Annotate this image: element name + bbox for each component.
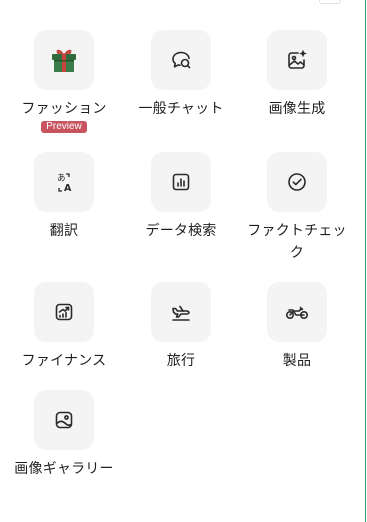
- tool-image-gallery[interactable]: 画像ギャラリー: [10, 390, 118, 480]
- panel-handle: [319, 0, 341, 4]
- tool-tile[interactable]: [267, 152, 327, 212]
- tool-tile[interactable]: [267, 282, 327, 342]
- check-circle-icon: [285, 170, 309, 194]
- tool-tile[interactable]: [34, 30, 94, 90]
- image-gallery-icon: [52, 408, 76, 432]
- tool-grid-panel: ファッション Preview 一般チャット 画像生成 あ A 翻訳 データ検索 …: [0, 0, 367, 522]
- tool-tile[interactable]: [151, 152, 211, 212]
- bar-chart-icon: [169, 170, 193, 194]
- tool-label: ファイナンス: [21, 353, 107, 369]
- finance-chart-icon: [52, 300, 76, 324]
- motorcycle-icon: [284, 300, 310, 324]
- tool-tile[interactable]: [151, 282, 211, 342]
- tool-label: 製品: [282, 353, 312, 369]
- tool-label: 旅行: [166, 353, 196, 369]
- image-sparkle-icon: [285, 48, 309, 72]
- tool-translate[interactable]: あ A 翻訳: [10, 152, 118, 242]
- tool-fashion[interactable]: ファッション Preview: [10, 30, 118, 133]
- tool-tile[interactable]: [34, 390, 94, 450]
- preview-badge: Preview: [41, 121, 87, 133]
- tool-label: ファッション: [21, 101, 107, 117]
- tool-label: 一般チャット: [138, 101, 224, 117]
- tool-label: データ検索: [145, 223, 217, 239]
- translate-icon: あ A: [52, 170, 76, 194]
- tool-tile[interactable]: [267, 30, 327, 90]
- gift-box-icon: [49, 45, 79, 75]
- svg-text:あ: あ: [57, 174, 66, 184]
- tool-products[interactable]: 製品: [243, 282, 351, 372]
- tool-general-chat[interactable]: 一般チャット: [127, 30, 235, 120]
- panel-divider: [365, 0, 366, 522]
- tool-image-generation[interactable]: 画像生成: [243, 30, 351, 120]
- tool-tile[interactable]: [151, 30, 211, 90]
- tool-finance[interactable]: ファイナンス: [10, 282, 118, 372]
- airplane-icon: [169, 300, 193, 324]
- tool-label: 画像ギャラリー: [14, 461, 114, 477]
- tool-data-search[interactable]: データ検索: [127, 152, 235, 242]
- tool-label: 画像生成: [268, 101, 326, 117]
- tool-tile[interactable]: あ A: [34, 152, 94, 212]
- tool-fact-check[interactable]: ファクトチェック: [243, 152, 351, 264]
- tool-travel[interactable]: 旅行: [127, 282, 235, 372]
- chat-bubble-icon: [169, 48, 193, 72]
- tool-label: ファクトチェック: [247, 223, 347, 261]
- tool-tile[interactable]: [34, 282, 94, 342]
- svg-text:A: A: [64, 183, 72, 194]
- tool-label: 翻訳: [49, 223, 79, 239]
